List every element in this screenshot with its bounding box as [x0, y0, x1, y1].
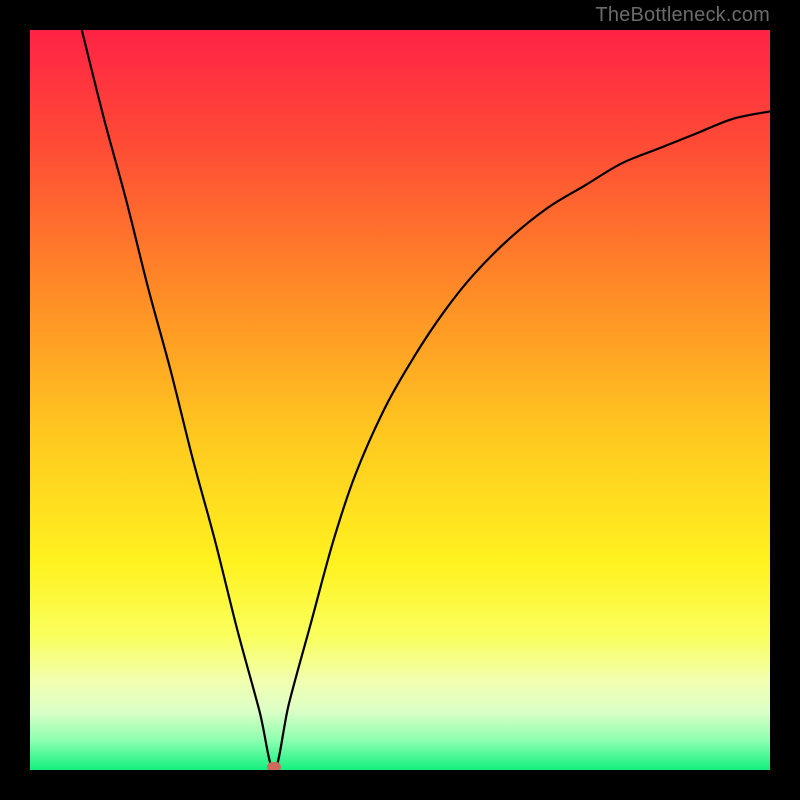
plot-area [30, 30, 770, 770]
chart-frame: TheBottleneck.com [0, 0, 800, 800]
bottleneck-curve [82, 30, 770, 770]
watermark-text: TheBottleneck.com [595, 4, 770, 27]
optimal-point-marker [267, 762, 281, 770]
curve-layer [30, 30, 770, 770]
